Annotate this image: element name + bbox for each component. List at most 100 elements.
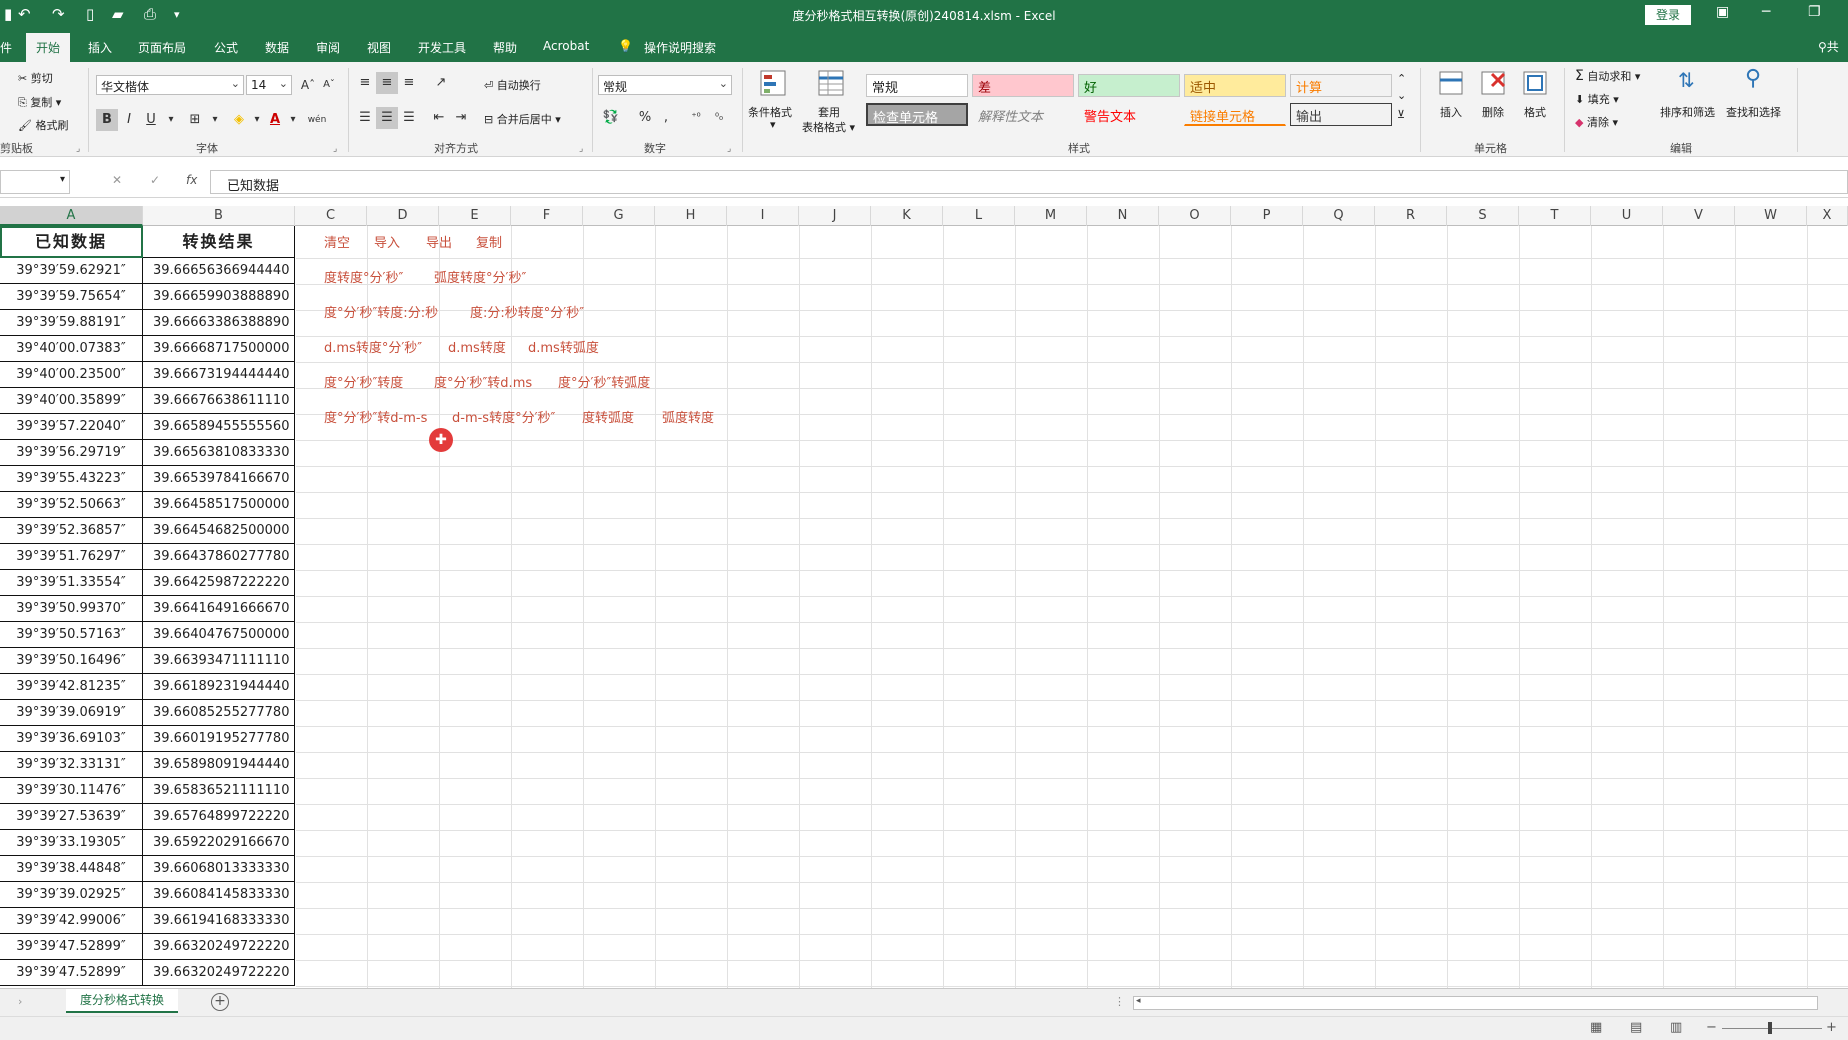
column-header-e[interactable]: E	[439, 206, 511, 226]
cell-result[interactable]: 39.66416491666670	[143, 596, 295, 622]
format-table-line1[interactable]: 套用	[818, 104, 840, 120]
zoom-out-button[interactable]: −	[1706, 1020, 1717, 1035]
accounting-icon[interactable]: 💱	[600, 107, 622, 129]
decrease-decimal-icon[interactable]: ⁰₀	[708, 107, 730, 129]
cancel-icon[interactable]: ✕	[112, 173, 122, 187]
cell-known[interactable]: 39°39′33.19305″	[0, 830, 143, 856]
cell-known[interactable]: 39°39′59.88191″	[0, 310, 143, 336]
number-format-combo[interactable]: 常规 ⌄	[598, 75, 732, 95]
cell-known[interactable]: 39°39′59.62921″	[0, 258, 143, 284]
cell-result[interactable]: 39.66454682500000	[143, 518, 295, 544]
orientation-icon[interactable]: ↗	[430, 72, 452, 94]
column-header-c[interactable]: C	[295, 206, 367, 226]
alignment-launcher-icon[interactable]: ⌟	[579, 144, 583, 154]
clear-button[interactable]: ◆ 清除 ▾	[1575, 114, 1618, 130]
column-header-s[interactable]: S	[1447, 206, 1519, 226]
cell-known[interactable]: 39°39′55.43223″	[0, 466, 143, 492]
decrease-indent-icon[interactable]: ⇤	[428, 107, 450, 129]
cell-result[interactable]: 39.66539784166670	[143, 466, 295, 492]
zoom-in-button[interactable]: +	[1826, 1020, 1837, 1035]
cell-result[interactable]: 39.66563810833330	[143, 440, 295, 466]
cell-result[interactable]: 39.66194168333330	[143, 908, 295, 934]
cut-button[interactable]: ✂ 剪切	[18, 70, 53, 86]
split-handle-icon[interactable]: ⋮	[1114, 995, 1125, 1008]
style-linked-cell[interactable]: 链接单元格	[1184, 103, 1286, 126]
horizontal-scrollbar[interactable]: ◂	[1133, 996, 1818, 1010]
style-calculation[interactable]: 计算	[1290, 74, 1392, 97]
login-button[interactable]: 登录	[1645, 5, 1691, 25]
dotms-to-dms-button[interactable]: d.ms转度°分′秒″	[324, 337, 422, 356]
tab-help[interactable]: 帮助	[493, 39, 517, 56]
style-good[interactable]: 好	[1078, 74, 1180, 97]
style-warning[interactable]: 警告文本	[1078, 103, 1180, 126]
sheet-tab-dms-convert[interactable]: 度分秒格式转换	[66, 989, 178, 1013]
page-layout-view-icon[interactable]: ▤	[1630, 1020, 1642, 1035]
cell-result[interactable]: 39.66437860277780	[143, 544, 295, 570]
cell-known[interactable]: 39°40′00.35899″	[0, 388, 143, 414]
fill-button[interactable]: ⬇ 填充 ▾	[1575, 91, 1619, 107]
merge-center-button[interactable]: ⊟ 合并后居中 ▾	[484, 111, 561, 127]
cell-result[interactable]: 39.66068013333330	[143, 856, 295, 882]
column-header-v[interactable]: V	[1663, 206, 1735, 226]
column-header-l[interactable]: L	[943, 206, 1015, 226]
format-cells-button[interactable]: 格式	[1524, 104, 1546, 120]
worksheet-grid[interactable]: 已知数据 转换结果 39°39′59.62921″ 39.666563669444…	[0, 226, 1848, 988]
column-header-q[interactable]: Q	[1303, 206, 1375, 226]
name-box[interactable]: ▾	[0, 170, 70, 194]
format-table-button[interactable]: 表格格式 ▾	[802, 119, 855, 135]
cell-known[interactable]: 39°39′59.75654″	[0, 284, 143, 310]
cell-result[interactable]: 39.66084145833330	[143, 882, 295, 908]
tab-review[interactable]: 审阅	[316, 39, 340, 56]
find-select-button[interactable]: 查找和选择	[1726, 104, 1781, 120]
zoom-slider-thumb[interactable]	[1768, 1022, 1772, 1034]
cell-known[interactable]: 39°39′50.57163″	[0, 622, 143, 648]
increase-indent-icon[interactable]: ⇥	[450, 107, 472, 129]
number-launcher-icon[interactable]: ⌟	[727, 144, 731, 154]
zoom-slider[interactable]	[1722, 1028, 1822, 1029]
header-known-data[interactable]: 已知数据	[0, 226, 143, 258]
grow-font-button[interactable]: Aˆ	[297, 74, 319, 96]
clear-macro-button[interactable]: 清空	[324, 232, 350, 251]
styles-scroll-down-icon[interactable]: ⌄	[1397, 89, 1406, 102]
increase-decimal-icon[interactable]: ⁺⁰	[685, 107, 707, 129]
tab-acrobat[interactable]: Acrobat	[543, 39, 589, 53]
underline-button[interactable]: U	[140, 109, 162, 131]
cell-known[interactable]: 39°39′57.22040″	[0, 414, 143, 440]
page-break-view-icon[interactable]: ▥	[1670, 1020, 1682, 1035]
cell-known[interactable]: 39°39′32.33131″	[0, 752, 143, 778]
underline-dropdown-icon[interactable]: ▾	[160, 109, 182, 131]
cell-result[interactable]: 39.66673194444440	[143, 362, 295, 388]
comma-button[interactable]: ,	[655, 107, 677, 129]
cell-known[interactable]: 39°39′52.36857″	[0, 518, 143, 544]
cell-result[interactable]: 39.66320249722220	[143, 960, 295, 986]
column-header-d[interactable]: D	[367, 206, 439, 226]
delete-cells-icon[interactable]	[1478, 68, 1508, 98]
cell-known[interactable]: 39°39′56.29719″	[0, 440, 143, 466]
column-header-o[interactable]: O	[1159, 206, 1231, 226]
search-icon[interactable]: ⚲	[1745, 66, 1761, 91]
formula-input[interactable]: 已知数据	[210, 170, 1848, 194]
column-header-a[interactable]: A	[0, 206, 143, 226]
font-size-combo[interactable]: 14 ⌄	[246, 75, 292, 95]
column-header-w[interactable]: W	[1735, 206, 1807, 226]
tab-view[interactable]: 视图	[367, 39, 391, 56]
column-header-p[interactable]: P	[1231, 206, 1303, 226]
minimize-icon[interactable]: ─	[1762, 4, 1770, 20]
dms-to-dotms-button[interactable]: 度°分′秒″转d.ms	[434, 372, 532, 391]
dotms-to-deg-button[interactable]: d.ms转度	[448, 337, 506, 356]
cell-known[interactable]: 39°39′42.81235″	[0, 674, 143, 700]
dash-to-dms-button[interactable]: d-m-s转度°分′秒″	[452, 407, 555, 426]
add-sheet-icon[interactable]: +	[211, 993, 229, 1011]
cell-known[interactable]: 39°39′51.76297″	[0, 544, 143, 570]
cell-known[interactable]: 39°40′00.23500″	[0, 362, 143, 388]
colon-to-dms-button[interactable]: 度:分:秒转度°分′秒″	[470, 302, 584, 321]
normal-view-icon[interactable]: ▦	[1590, 1020, 1602, 1035]
align-bottom-icon[interactable]: ≡	[398, 72, 420, 94]
restore-icon[interactable]: ❐	[1808, 4, 1821, 20]
cell-result[interactable]: 39.66659903888890	[143, 284, 295, 310]
align-left-icon[interactable]: ☰	[354, 107, 376, 129]
cell-known[interactable]: 39°39′50.99370″	[0, 596, 143, 622]
tab-formulas[interactable]: 公式	[214, 39, 238, 56]
bold-button[interactable]: B	[96, 109, 118, 131]
italic-button[interactable]: I	[118, 109, 140, 131]
